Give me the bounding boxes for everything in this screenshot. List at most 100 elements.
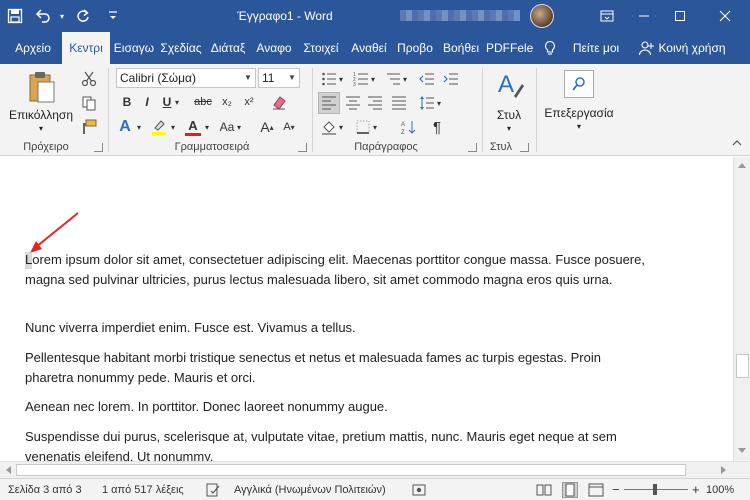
increase-indent-button[interactable]: [440, 68, 462, 90]
avatar[interactable]: [530, 4, 554, 28]
macro-record-icon[interactable]: [412, 483, 426, 497]
page-count[interactable]: Σελίδα 3 από 3: [8, 479, 82, 500]
font-name-combo[interactable]: Calibri (Σώμα) ▼: [116, 68, 256, 88]
maximize-button[interactable]: [665, 0, 695, 32]
show-formatting-button[interactable]: ¶: [426, 116, 448, 138]
font-color-dropdown[interactable]: ▾: [202, 116, 212, 138]
document-paragraph[interactable]: Aenean nec lorem. In porttitor. Donec la…: [25, 397, 650, 417]
save-button[interactable]: [0, 0, 30, 32]
proofing-icon[interactable]: [206, 483, 220, 497]
scroll-left-arrow[interactable]: [2, 464, 14, 476]
tab-file[interactable]: Αρχείο: [8, 32, 58, 64]
customize-qat-button[interactable]: [98, 0, 128, 32]
styles-button[interactable]: A Στυλ ▾: [488, 68, 530, 138]
align-center-icon: [346, 96, 360, 110]
vertical-scroll-thumb[interactable]: [736, 354, 749, 378]
format-painter-button[interactable]: [78, 116, 100, 138]
chevron-down-icon[interactable]: ▼: [241, 69, 255, 87]
superscript-button[interactable]: x²: [238, 91, 260, 113]
bullets-dropdown[interactable]: ▾: [336, 68, 346, 90]
cut-button[interactable]: [78, 68, 100, 90]
ribbon-display-options-button[interactable]: [592, 0, 622, 32]
chevron-up-icon: [732, 140, 742, 146]
share-button[interactable]: Κοινή χρήση: [656, 32, 728, 64]
close-button[interactable]: [710, 0, 740, 32]
svg-text:A: A: [401, 122, 405, 128]
document-paragraph[interactable]: Lorem ipsum dolor sit amet, consectetuer…: [25, 250, 650, 289]
align-center-button[interactable]: [342, 92, 364, 114]
change-case-dropdown[interactable]: ▾: [234, 116, 244, 138]
font-dialog-launcher[interactable]: [298, 143, 307, 152]
zoom-level[interactable]: 100%: [706, 479, 734, 500]
strikethrough-button[interactable]: abc: [190, 91, 216, 113]
scroll-down-arrow[interactable]: [734, 445, 750, 457]
document-paragraph[interactable]: Suspendisse dui purus, scelerisque at, v…: [25, 427, 650, 461]
italic-button[interactable]: I: [136, 91, 158, 113]
decrease-indent-button[interactable]: [416, 68, 438, 90]
copy-button[interactable]: [78, 92, 100, 114]
shading-dropdown[interactable]: ▾: [336, 116, 346, 138]
zoom-slider-thumb[interactable]: [653, 484, 657, 495]
text-effects-button[interactable]: A: [114, 116, 136, 138]
zoom-out-button[interactable]: −: [612, 479, 620, 500]
redo-button[interactable]: [68, 0, 98, 32]
align-left-button[interactable]: [318, 92, 340, 114]
subscript-button[interactable]: x₂: [216, 91, 238, 113]
tab-mailings[interactable]: Στοιχεί: [298, 32, 344, 64]
multilevel-dropdown[interactable]: ▾: [400, 68, 410, 90]
clipboard-dialog-launcher[interactable]: [94, 143, 103, 152]
tab-layout[interactable]: Διάταξ: [206, 32, 250, 64]
sort-button[interactable]: AZ: [398, 116, 420, 138]
decrease-indent-icon: [419, 73, 434, 85]
tab-home[interactable]: Κεντρι: [62, 32, 110, 64]
language-indicator[interactable]: Αγγλικά (Ηνωμένων Πολιτειών): [234, 479, 386, 500]
text-effects-dropdown[interactable]: ▾: [134, 116, 144, 138]
tab-references[interactable]: Αναφο: [252, 32, 296, 64]
shrink-font-button[interactable]: A ▾: [278, 116, 300, 138]
document-canvas[interactable]: Lorem ipsum dolor sit amet, consectetuer…: [0, 157, 733, 461]
collapse-ribbon-button[interactable]: [726, 132, 748, 154]
tab-pdfelement[interactable]: PDFFelei: [486, 32, 534, 64]
undo-button[interactable]: [30, 0, 56, 32]
clipboard-group-label: Πρόχειρο: [23, 141, 69, 153]
font-color-button[interactable]: A: [182, 116, 204, 138]
highlight-dropdown[interactable]: ▾: [168, 116, 178, 138]
styles-dialog-launcher[interactable]: [520, 143, 529, 152]
web-layout-icon[interactable]: [588, 483, 604, 497]
line-spacing-dropdown[interactable]: ▾: [434, 92, 444, 114]
bold-button[interactable]: B: [116, 91, 138, 113]
horizontal-scroll-thumb[interactable]: [16, 464, 686, 476]
document-paragraph[interactable]: Nunc viverra imperdiet enim. Fusce est. …: [25, 318, 650, 338]
borders-dropdown[interactable]: ▾: [370, 116, 380, 138]
numbering-dropdown[interactable]: ▾: [368, 68, 378, 90]
highlight-button[interactable]: [148, 116, 170, 138]
word-count[interactable]: 1 από 517 λέξεις: [102, 479, 184, 500]
horizontal-scrollbar[interactable]: [0, 461, 750, 478]
print-layout-icon[interactable]: [562, 482, 578, 498]
align-right-button[interactable]: [364, 92, 386, 114]
tab-insert[interactable]: Εισαγω: [112, 32, 156, 64]
document-paragraph[interactable]: Pellentesque habitant morbi tristique se…: [25, 348, 650, 387]
tell-me-search[interactable]: Πείτε μοι: [566, 32, 626, 64]
scroll-right-arrow[interactable]: [718, 464, 730, 476]
editing-button[interactable]: Επεξεργασία ▾: [540, 68, 618, 138]
clear-formatting-button[interactable]: [268, 91, 290, 113]
underline-dropdown[interactable]: ▾: [172, 91, 182, 113]
justify-button[interactable]: [388, 92, 410, 114]
paragraph-dialog-launcher[interactable]: [468, 143, 477, 152]
tab-help[interactable]: Βοήθει: [438, 32, 484, 64]
vertical-scrollbar[interactable]: [733, 157, 750, 461]
chevron-down-icon[interactable]: ▼: [285, 69, 299, 87]
font-size-combo[interactable]: 11 ▼: [258, 68, 300, 88]
scroll-up-arrow[interactable]: [734, 159, 750, 171]
paste-button[interactable]: Επικόλληση ▾: [8, 68, 74, 138]
read-mode-icon[interactable]: [536, 483, 552, 497]
close-icon: [719, 10, 731, 22]
tab-design[interactable]: Σχεδίας: [158, 32, 204, 64]
tab-review[interactable]: Αναθεί: [346, 32, 392, 64]
zoom-in-button[interactable]: +: [692, 479, 700, 500]
grow-font-button[interactable]: A ▴: [256, 116, 278, 138]
minimize-button[interactable]: [629, 0, 659, 32]
undo-dropdown[interactable]: ▾: [56, 0, 68, 32]
tab-view[interactable]: Προβο: [394, 32, 436, 64]
